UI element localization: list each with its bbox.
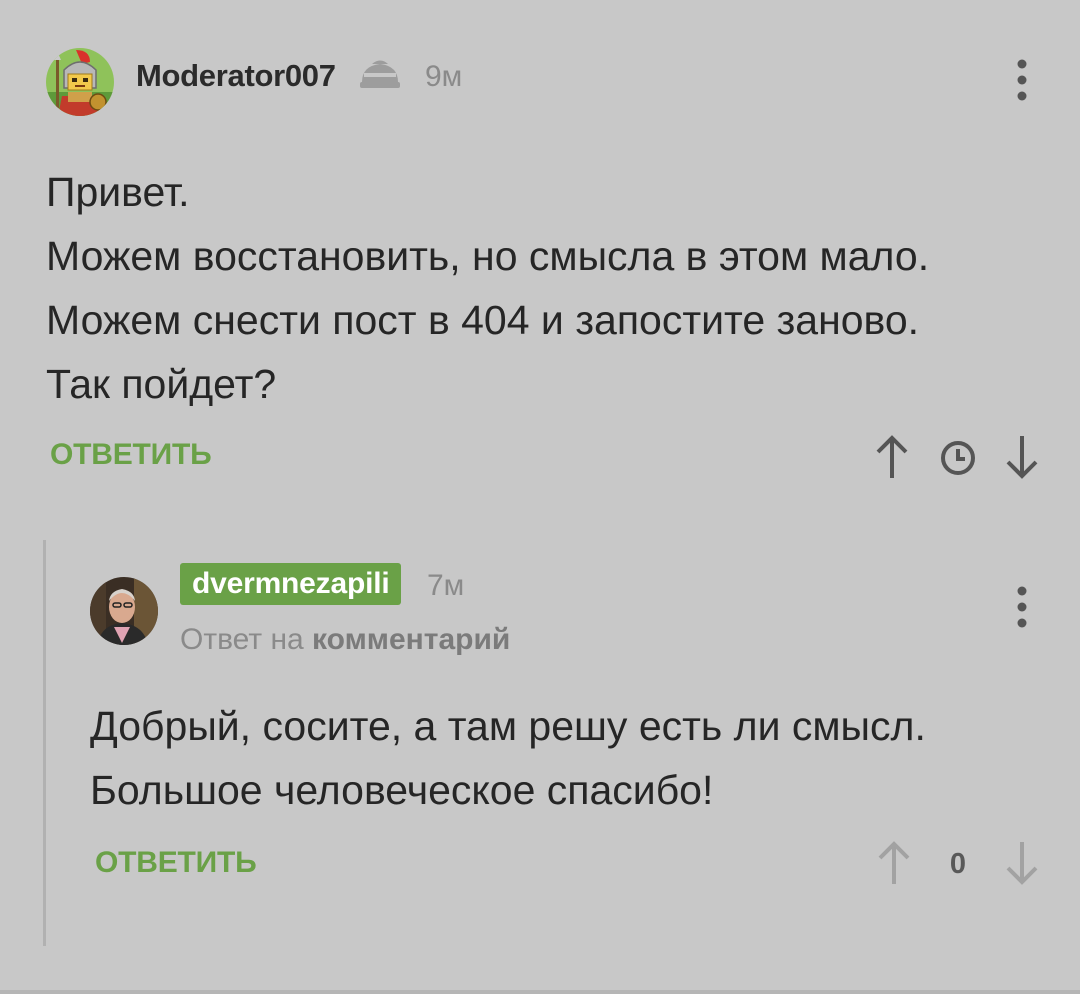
comment-author-badge[interactable]: dvermnezapili [180, 563, 402, 605]
comment-body: Добрый, сосите, а там решу есть ли смысл… [90, 694, 1050, 822]
clock-icon[interactable] [936, 436, 980, 480]
reply-to-prefix: Ответ на [180, 623, 304, 656]
reply-button[interactable]: ОТВЕТИТЬ [95, 846, 257, 880]
comment-line: Привет. [46, 169, 190, 215]
comment-line: Добрый, сосите, а там решу есть ли смысл… [90, 703, 926, 749]
moderator-helmet-icon [358, 58, 402, 94]
comment-author[interactable]: Moderator007 [136, 58, 336, 94]
moderator-avatar[interactable] [46, 48, 114, 116]
arrow-up-icon[interactable] [872, 838, 916, 888]
comment-line: Большое человеческое спасибо! [90, 767, 714, 813]
arrow-down-icon[interactable] [1000, 838, 1044, 888]
arrow-up-icon[interactable] [870, 432, 914, 482]
comment-line: Можем восстановить, но смысла в этом мал… [46, 233, 930, 279]
more-vertical-icon[interactable] [1008, 585, 1036, 629]
user-avatar[interactable] [90, 577, 158, 645]
comment-time: 7м [427, 569, 465, 602]
comment-line: Так пойдет? [46, 361, 277, 407]
comment-score: 0 [949, 848, 967, 880]
reply-to-label: Ответ на комментарий [180, 623, 510, 657]
divider [0, 990, 1080, 994]
comment-line: Можем снести пост в 404 и запостите зано… [46, 297, 920, 343]
reply-to-link[interactable]: комментарий [312, 623, 510, 656]
reply-button[interactable]: ОТВЕТИТЬ [50, 438, 212, 472]
thread-line[interactable] [43, 540, 46, 946]
comment-body: Привет. Можем восстановить, но смысла в … [46, 160, 1056, 416]
comment-time: 9м [425, 60, 463, 93]
more-vertical-icon[interactable] [1008, 58, 1036, 102]
arrow-down-icon[interactable] [1000, 432, 1044, 482]
